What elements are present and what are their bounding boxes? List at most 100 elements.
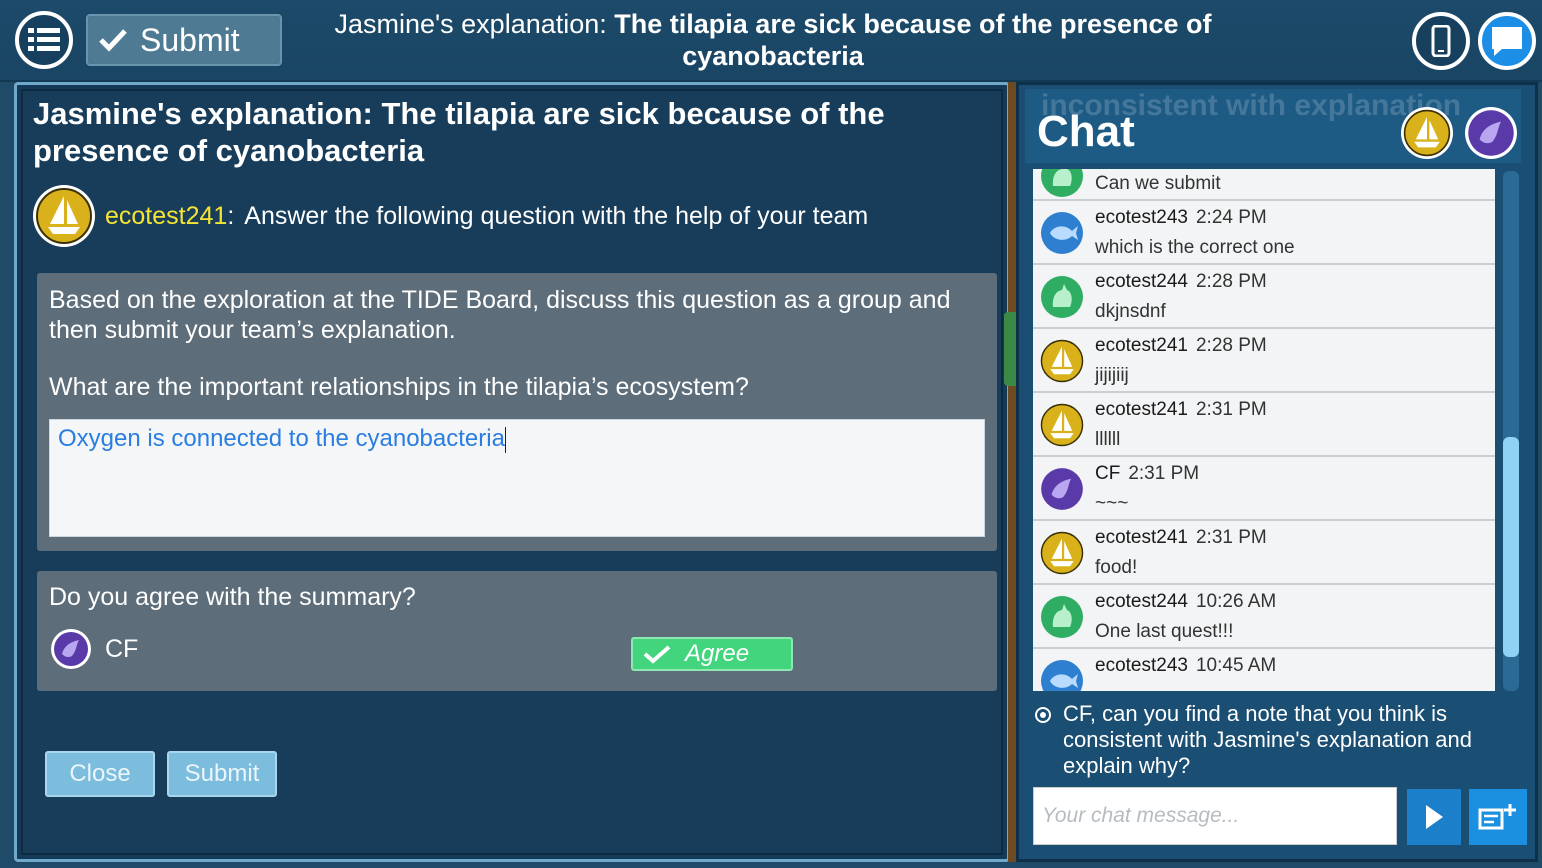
answer-textarea[interactable]: Oxygen is connected to the cyanobacteria <box>49 419 985 537</box>
send-button[interactable] <box>1407 789 1461 845</box>
question-box: Based on the exploration at the TIDE Boa… <box>37 273 997 551</box>
sailboat-icon <box>1403 109 1451 157</box>
chat-toggle-button[interactable] <box>1478 12 1536 70</box>
chat-author-name: ecotest241 <box>1095 527 1188 548</box>
fish-icon <box>1039 210 1085 256</box>
sailboat-icon <box>1039 338 1085 384</box>
cat-icon <box>1039 594 1085 640</box>
chat-message: CF 2:31 PM ~~~ <box>1033 457 1495 521</box>
chat-message-text: which is the correct one <box>1095 237 1295 258</box>
list-icon <box>28 28 60 51</box>
chat-prompt: CF, can you find a note that you think i… <box>1035 701 1521 779</box>
add-note-button[interactable] <box>1469 789 1527 845</box>
explanation-panel: Jasmine's explanation: The tilapia are s… <box>14 82 1010 862</box>
chat-title: Chat <box>1037 107 1135 156</box>
chat-message-author: ecotest244 2:28 PM <box>1095 271 1267 293</box>
chat-prompt-text: CF, can you find a note that you think i… <box>1063 701 1472 778</box>
chat-author-name: ecotest244 <box>1095 271 1188 292</box>
play-icon <box>1426 805 1443 829</box>
member-avatar-cf[interactable] <box>1465 107 1517 159</box>
chat-message-text: jijijiij <box>1095 365 1129 386</box>
chat-message: Can we submit <box>1033 169 1495 201</box>
chat-message-author: ecotest244 10:26 AM <box>1095 591 1276 613</box>
chat-message-list[interactable]: Can we submit ecotest243 2:24 PM which is t… <box>1033 169 1495 691</box>
fish-icon <box>1039 658 1085 691</box>
agree-box: Do you agree with the summary? CF Agree <box>37 571 997 691</box>
cat-icon <box>1039 169 1085 199</box>
chat-panel: inconsistent with explanation Chat Can w… <box>1016 82 1538 862</box>
chat-message-time: 10:45 AM <box>1195 655 1277 676</box>
explanation-panel-body: Jasmine's explanation: The tilapia are s… <box>21 89 1003 855</box>
chat-message: ecotest241 2:28 PM jijijiij <box>1033 329 1495 393</box>
agree-button[interactable]: Agree <box>631 637 793 671</box>
note-add-icon <box>1478 804 1516 830</box>
chat-message-text: One last quest!!! <box>1095 621 1234 642</box>
chat-message-time: 2:28 PM <box>1195 335 1267 356</box>
chat-message-time: 2:24 PM <box>1195 207 1267 228</box>
check-icon <box>99 29 127 52</box>
author-message: Answer the following question with the h… <box>244 201 869 230</box>
author-row: ecotest241: Answer the following questio… <box>33 183 993 249</box>
chat-message: ecotest241 2:31 PM food! <box>1033 521 1495 585</box>
chat-message-author: ecotest241 2:31 PM <box>1095 399 1267 421</box>
chat-message: ecotest241 2:31 PM llllll <box>1033 393 1495 457</box>
chat-message-time: 2:31 PM <box>1195 527 1267 548</box>
agree-label: Agree <box>685 640 750 667</box>
cf-avatar <box>51 629 91 669</box>
top-submit-label: Submit <box>140 21 240 58</box>
chat-message: ecotest243 10:45 AM <box>1033 649 1495 691</box>
chat-message: ecotest244 10:26 AM One last quest!!! <box>1033 585 1495 649</box>
chat-author-name: ecotest243 <box>1095 207 1188 228</box>
sailboat-icon <box>36 188 92 244</box>
bird-icon <box>1468 110 1514 156</box>
sailboat-icon <box>1039 402 1085 448</box>
top-submit-button[interactable]: Submit <box>86 14 282 66</box>
chat-header: inconsistent with explanation Chat <box>1025 89 1521 163</box>
sailboat-icon <box>1039 530 1085 576</box>
chat-message-input[interactable] <box>1033 787 1397 845</box>
author-avatar <box>33 185 95 247</box>
chat-message-text: Can we submit <box>1095 173 1221 194</box>
chat-message-author: ecotest243 2:24 PM <box>1095 207 1267 229</box>
menu-button[interactable] <box>15 11 73 69</box>
chat-author-name: CF <box>1095 463 1121 484</box>
chat-author-name: ecotest243 <box>1095 655 1188 676</box>
agree-user-row: CF <box>51 629 138 669</box>
chat-message-time: 2:28 PM <box>1195 271 1267 292</box>
chat-message-time: 2:31 PM <box>1128 463 1200 484</box>
chat-message-author: CF 2:31 PM <box>1095 463 1199 485</box>
chat-author-name: ecotest241 <box>1095 399 1188 420</box>
chat-message: ecotest244 2:28 PM dkjnsdnf <box>1033 265 1495 329</box>
chat-message-text: llllll <box>1095 429 1121 450</box>
chat-message-text: dkjnsdnf <box>1095 301 1166 322</box>
bird-icon <box>1039 466 1085 512</box>
cat-icon <box>1039 274 1085 320</box>
panel-divider <box>1008 82 1016 862</box>
top-bar: Submit Jasmine's explanation: The tilapi… <box>0 0 1542 82</box>
close-button[interactable]: Close <box>45 751 155 797</box>
chat-author-name: ecotest244 <box>1095 591 1188 612</box>
mobile-view-button[interactable] <box>1412 12 1470 70</box>
chat-message-time: 10:26 AM <box>1195 591 1277 612</box>
question-text: What are the important relationships in … <box>49 373 749 401</box>
member-avatar-ecotest241[interactable] <box>1401 107 1453 159</box>
chat-message-author: ecotest243 10:45 AM <box>1095 655 1276 677</box>
chat-message-text: ~~~ <box>1095 493 1129 514</box>
agree-user-name: CF <box>105 634 139 663</box>
chat-bubble-icon <box>1492 27 1522 56</box>
chat-message-time: 2:31 PM <box>1195 399 1267 420</box>
author-name: ecotest241: <box>105 201 235 230</box>
chat-author-name: ecotest241 <box>1095 335 1188 356</box>
phone-icon <box>1431 25 1451 57</box>
prompt-radio[interactable] <box>1035 707 1051 723</box>
agree-question: Do you agree with the summary? <box>49 583 416 611</box>
text-caret <box>504 426 506 453</box>
chat-message-text: food! <box>1095 557 1138 578</box>
question-intro: Based on the exploration at the TIDE Boa… <box>49 286 951 344</box>
submit-button[interactable]: Submit <box>167 751 277 797</box>
chat-scrollbar-thumb[interactable] <box>1503 437 1519 657</box>
chat-message-author: ecotest241 2:31 PM <box>1095 527 1267 549</box>
panel-title: Jasmine's explanation: The tilapia are s… <box>33 96 885 168</box>
check-icon <box>643 645 671 664</box>
page-title: Jasmine's explanation: The tilapia are s… <box>334 9 1212 71</box>
